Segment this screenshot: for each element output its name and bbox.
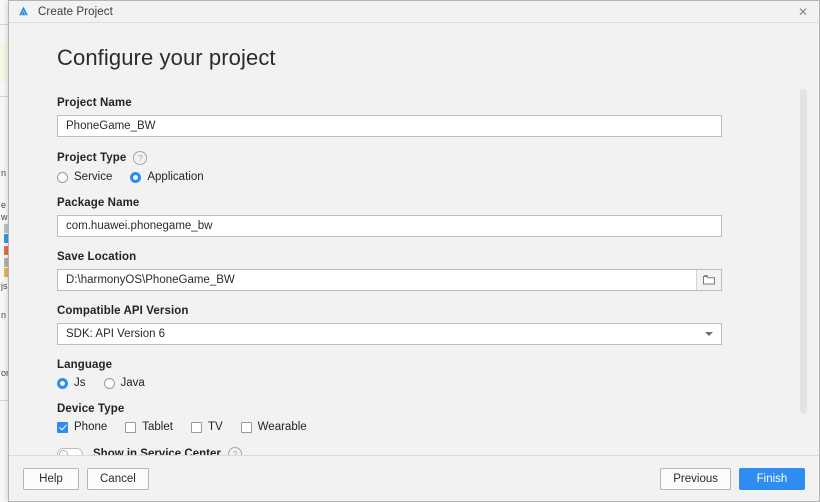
checkbox-label: Tablet xyxy=(142,421,173,433)
api-version-selected-value: SDK: API Version 6 xyxy=(66,328,166,340)
radio-mark-unchecked-icon xyxy=(103,377,115,389)
device-type-label: Device Type xyxy=(57,403,759,415)
field-device-type: Device Type Phone Tablet TV Wearable xyxy=(57,403,759,433)
service-center-label: Show in Service Center ? xyxy=(93,447,242,455)
radio-label: Application xyxy=(147,171,204,183)
folder-browse-button[interactable] xyxy=(696,270,721,290)
harmonyos-logo-icon xyxy=(19,6,28,16)
radio-language-java[interactable]: Java xyxy=(103,377,145,389)
project-name-label-text: Project Name xyxy=(57,97,132,109)
folder-icon xyxy=(703,275,715,285)
help-icon[interactable]: ? xyxy=(227,447,242,455)
package-name-label: Package Name xyxy=(57,197,759,209)
package-name-label-text: Package Name xyxy=(57,197,140,209)
radio-mark-checked-icon xyxy=(130,171,142,183)
project-name-input[interactable] xyxy=(57,115,722,137)
project-name-label: Project Name xyxy=(57,97,759,109)
form-content: Configure your project Project Name Proj… xyxy=(9,23,819,455)
language-radio-group: Js Java xyxy=(57,377,759,389)
finish-button[interactable]: Finish xyxy=(739,467,805,490)
form-scrollbar-track[interactable] xyxy=(800,89,807,414)
radio-project-type-application[interactable]: Application xyxy=(130,171,204,183)
chevron-down-icon[interactable] xyxy=(698,325,720,343)
form-scrollbar-thumb[interactable] xyxy=(800,89,807,414)
field-save-location: Save Location xyxy=(57,251,759,291)
language-label: Language xyxy=(57,359,759,371)
service-center-toggle[interactable] xyxy=(57,447,83,455)
dialog-title: Create Project xyxy=(38,5,113,18)
radio-mark-unchecked-icon xyxy=(57,171,68,183)
close-icon[interactable]: ✕ xyxy=(795,4,811,20)
help-icon[interactable]: ? xyxy=(133,151,148,165)
create-project-dialog: Create Project ✕ Configure your project … xyxy=(8,0,820,502)
checkbox-device-tv[interactable]: TV xyxy=(190,421,223,433)
api-version-label-text: Compatible API Version xyxy=(57,305,189,317)
field-project-name: Project Name xyxy=(57,97,759,137)
radio-project-type-service[interactable]: Service xyxy=(57,171,112,183)
previous-button[interactable]: Previous xyxy=(660,467,731,490)
radio-language-js[interactable]: Js xyxy=(57,377,86,389)
package-name-input[interactable] xyxy=(57,215,722,237)
cancel-button[interactable]: Cancel xyxy=(87,467,149,490)
checkbox-device-phone[interactable]: Phone xyxy=(57,421,107,433)
checkbox-unchecked-icon xyxy=(125,421,137,433)
checkbox-label: Wearable xyxy=(257,421,307,433)
page-title: Configure your project xyxy=(57,45,276,70)
toggle-knob xyxy=(59,449,68,455)
language-label-text: Language xyxy=(57,359,113,371)
save-location-label-text: Save Location xyxy=(57,251,137,263)
checkbox-label: Phone xyxy=(74,421,108,433)
project-type-radio-group: Service Application xyxy=(57,171,759,183)
field-api-version: Compatible API Version SDK: API Version … xyxy=(57,305,759,345)
checkbox-checked-icon xyxy=(57,421,68,433)
service-center-label-text: Show in Service Center xyxy=(93,448,221,455)
save-location-input[interactable] xyxy=(57,269,722,291)
device-type-label-text: Device Type xyxy=(57,403,125,415)
field-language: Language Js Java xyxy=(57,359,759,389)
api-version-select[interactable]: SDK: API Version 6 xyxy=(57,323,722,345)
checkbox-device-tablet[interactable]: Tablet xyxy=(125,421,173,433)
radio-label: Java xyxy=(120,377,145,389)
field-project-type: Project Type ? Service Application xyxy=(57,151,759,183)
checkbox-label: TV xyxy=(207,421,223,433)
radio-label: Js xyxy=(74,377,86,389)
field-service-center: Show in Service Center ? xyxy=(57,447,759,455)
api-version-label: Compatible API Version xyxy=(57,305,759,317)
dialog-footer: Help Cancel Previous Finish xyxy=(9,455,819,501)
project-type-label-text: Project Type xyxy=(57,152,127,164)
radio-label: Service xyxy=(74,171,113,183)
save-location-input-wrap xyxy=(57,269,722,291)
save-location-label: Save Location xyxy=(57,251,759,263)
checkbox-device-wearable[interactable]: Wearable xyxy=(240,421,307,433)
device-type-checkbox-group: Phone Tablet TV Wearable xyxy=(57,421,759,433)
radio-mark-checked-icon xyxy=(57,377,68,389)
dialog-body: Configure your project Project Name Proj… xyxy=(9,23,819,455)
checkbox-unchecked-icon xyxy=(190,421,202,433)
project-type-label: Project Type ? xyxy=(57,151,759,165)
dialog-titlebar[interactable]: Create Project ✕ xyxy=(9,1,819,23)
help-button[interactable]: Help xyxy=(23,467,79,490)
checkbox-unchecked-icon xyxy=(240,421,252,433)
field-package-name: Package Name xyxy=(57,197,759,237)
